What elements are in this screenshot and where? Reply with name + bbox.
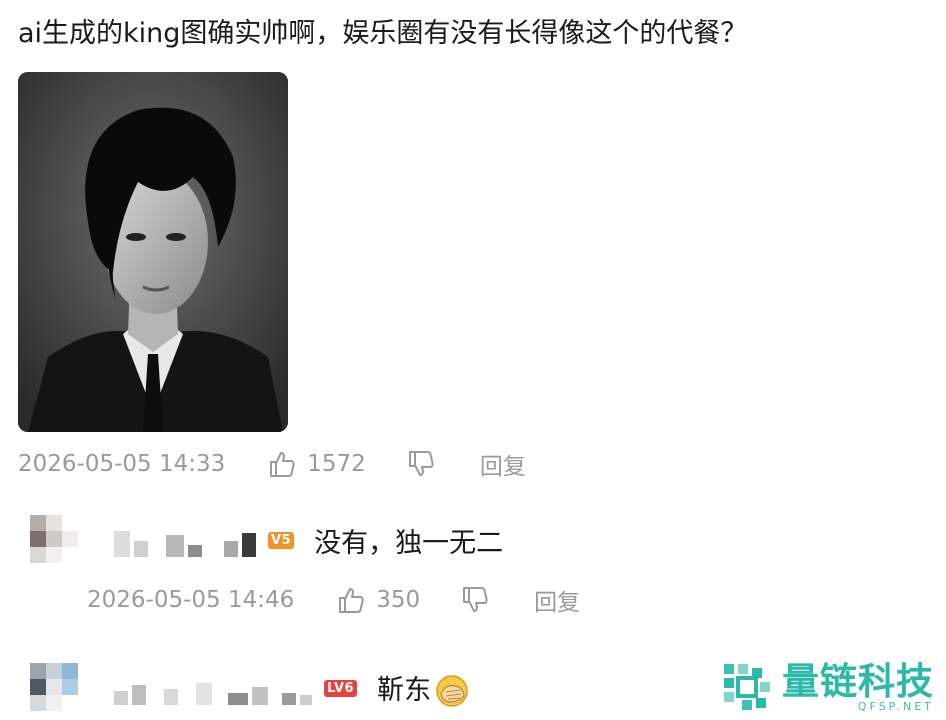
post-meta: 2026-05-05 14:33 1572 回复 <box>18 444 526 484</box>
comment-reply-button[interactable]: 回复 <box>534 583 580 617</box>
thumbs-up-icon <box>270 452 295 477</box>
level-badge: LV6 <box>324 679 358 697</box>
post-like-count: 1572 <box>307 451 366 477</box>
post-image[interactable] <box>18 72 288 432</box>
post-text: ai生成的king图确实帅啊，娱乐圈有没有长得像这个的代餐？ <box>18 18 748 49</box>
comment-text: 没有，独一无二 <box>314 527 504 559</box>
post-dislike-button[interactable] <box>406 449 436 479</box>
avatar[interactable] <box>30 663 80 713</box>
portrait-illustration <box>18 72 288 432</box>
comment-text: 靳东 <box>377 668 469 709</box>
username-blurred[interactable] <box>114 671 316 705</box>
avatar[interactable] <box>30 515 80 565</box>
thumbs-down-icon <box>408 451 434 476</box>
comment-meta: 2026-05-05 14:46 350 回复 <box>87 580 580 620</box>
watermark: 量链科技 QFSP.NET <box>720 654 946 720</box>
comment-timestamp: 2026-05-05 14:46 <box>87 587 295 613</box>
comment-like-button[interactable]: 350 <box>336 585 420 615</box>
level-badge: V5 <box>268 531 295 549</box>
username-blurred[interactable] <box>114 523 260 557</box>
watermark-brand: 量链科技 <box>782 659 934 703</box>
thumbs-up-icon <box>339 588 364 613</box>
thumbs-down-icon <box>463 587 488 612</box>
post-like-button[interactable]: 1572 <box>267 449 366 479</box>
facepalm-emoji-icon <box>436 675 468 707</box>
post-timestamp: 2026-05-05 14:33 <box>18 451 226 477</box>
comment-dislike-button[interactable] <box>460 585 490 615</box>
watermark-logo-icon <box>724 664 770 710</box>
watermark-url: QFSP.NET <box>857 699 934 713</box>
comment-like-count: 350 <box>376 587 421 613</box>
comment-item: V5 没有，独一无二 <box>30 512 503 568</box>
post-reply-button[interactable]: 回复 <box>480 447 526 481</box>
comment-text-content: 靳东 <box>377 674 432 706</box>
comment-item: LV6 靳东 <box>30 660 469 716</box>
